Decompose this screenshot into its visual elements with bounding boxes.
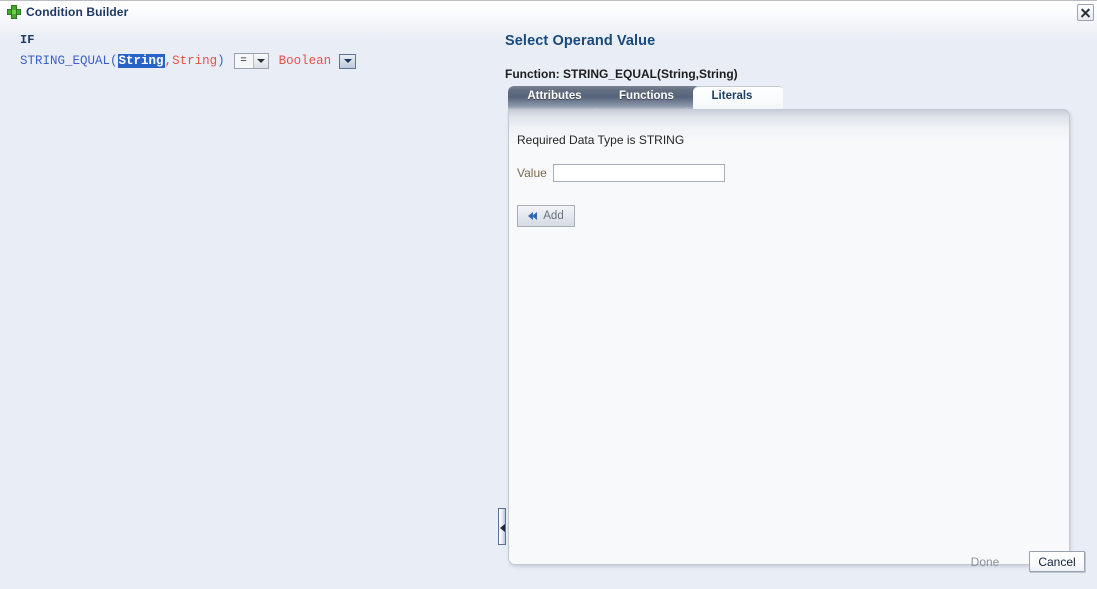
value-input[interactable] bbox=[552, 164, 725, 182]
return-type-dropdown-button[interactable] bbox=[339, 53, 357, 69]
window-title-group: Condition Builder bbox=[7, 5, 128, 19]
cancel-button[interactable]: Cancel bbox=[1029, 551, 1085, 572]
value-label: Value bbox=[517, 166, 547, 180]
expression-open-paren: ( bbox=[110, 54, 118, 68]
required-data-type-label: Required Data Type is STRING bbox=[517, 133, 685, 147]
tab-attributes-label: Attributes bbox=[527, 90, 582, 102]
add-button-label: Add bbox=[543, 210, 564, 222]
done-button[interactable]: Done bbox=[963, 551, 1007, 572]
operator-select[interactable]: = bbox=[233, 53, 269, 69]
condition-expression-pane: IF STRING_EQUAL(String, String) = Boolean bbox=[0, 27, 498, 589]
window-title: Condition Builder bbox=[26, 5, 129, 19]
expression-arg-2[interactable]: String bbox=[172, 54, 217, 68]
tab-literals[interactable]: Literals bbox=[693, 86, 783, 109]
green-plus-icon bbox=[7, 5, 21, 19]
tab-functions[interactable]: Functions bbox=[602, 86, 703, 109]
expression-comma: , bbox=[164, 54, 173, 68]
expression-function-name[interactable]: STRING_EQUAL bbox=[20, 54, 110, 68]
add-button[interactable]: Add bbox=[517, 205, 575, 227]
operator-value: = bbox=[234, 54, 253, 68]
page-title: Select Operand Value bbox=[505, 33, 656, 49]
dialog-footer: Done Cancel bbox=[498, 546, 1097, 589]
if-label: IF bbox=[20, 33, 35, 47]
expression-return-type[interactable]: Boolean bbox=[279, 54, 332, 68]
value-field-row: Value bbox=[517, 164, 725, 182]
tab-literals-label: Literals bbox=[711, 90, 753, 102]
chevron-down-icon bbox=[252, 54, 268, 68]
literals-tab-panel: Required Data Type is STRING Value Add bbox=[508, 109, 1070, 565]
tab-functions-label: Functions bbox=[619, 90, 674, 102]
window-titlebar: Condition Builder bbox=[0, 0, 1097, 27]
select-operand-value-pane: Select Operand Value Function: STRING_EQ… bbox=[498, 27, 1097, 589]
expression-close-paren: ) bbox=[217, 54, 225, 68]
tab-attributes[interactable]: Attributes bbox=[508, 86, 613, 109]
double-chevron-left-icon bbox=[528, 211, 539, 222]
function-signature-label: Function: STRING_EQUAL(String,String) bbox=[505, 67, 738, 81]
close-icon[interactable] bbox=[1077, 4, 1094, 21]
expression-arg-1[interactable]: String bbox=[117, 54, 165, 68]
condition-expression: STRING_EQUAL(String, String) = Boolean bbox=[20, 53, 357, 69]
condition-builder-window: Condition Builder IF STRING_EQUAL(String… bbox=[0, 0, 1097, 589]
